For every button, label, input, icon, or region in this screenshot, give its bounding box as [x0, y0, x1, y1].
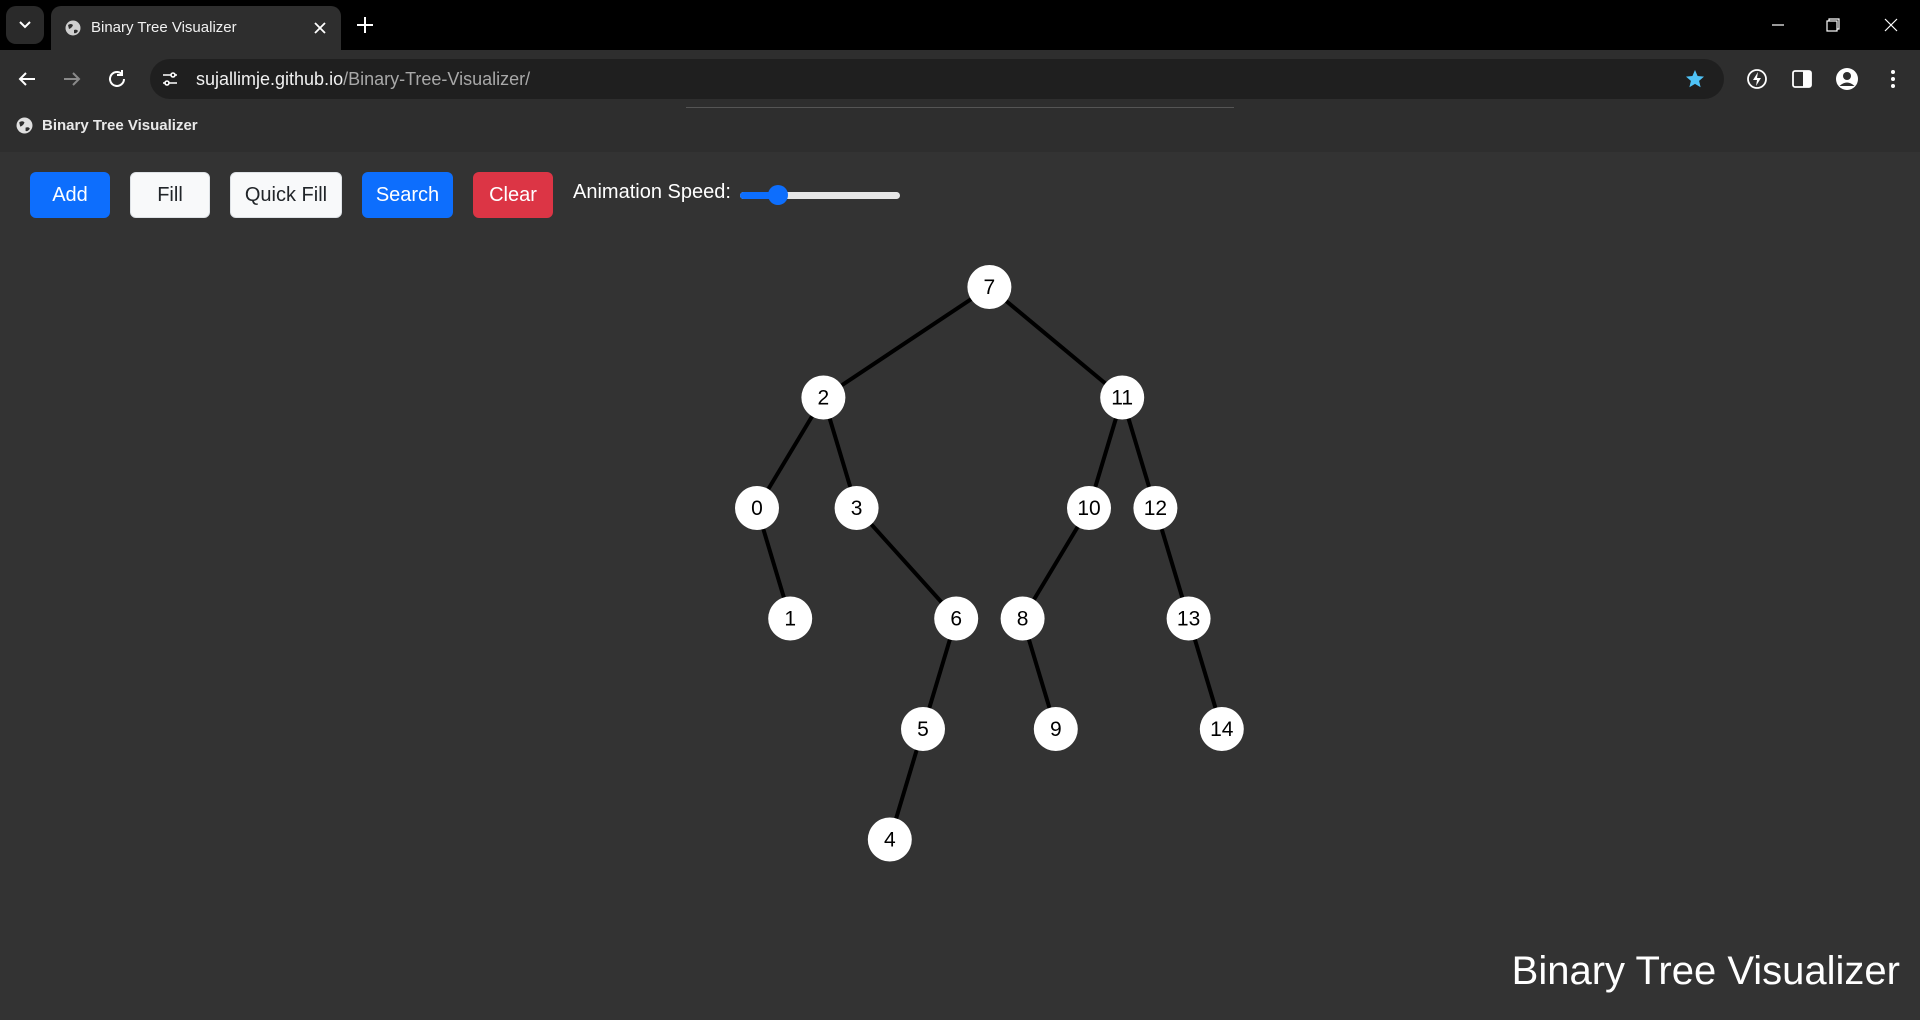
tree-node-label: 1 — [784, 608, 796, 631]
url-path: /Binary-Tree-Visualizer/ — [343, 69, 531, 89]
forward-arrow-icon[interactable] — [60, 67, 84, 91]
tree-node-13: 13 — [1166, 596, 1211, 641]
tree-node-label: 5 — [917, 718, 929, 741]
tree-node-label: 2 — [818, 387, 830, 410]
bookmarks-bar: Binary Tree Visualizer — [0, 107, 1920, 152]
back-arrow-icon[interactable] — [15, 67, 39, 91]
url-text: sujallimje.github.io/Binary-Tree-Visuali… — [196, 69, 530, 90]
tree-node-label: 11 — [1111, 387, 1133, 410]
side-panel-icon[interactable] — [1789, 66, 1815, 92]
tree-node-label: 14 — [1210, 718, 1234, 741]
more-menu-icon[interactable] — [1880, 66, 1906, 92]
tree-node-2: 2 — [801, 375, 846, 420]
page-content: Add Fill Quick Fill Search Clear Animati… — [0, 152, 1920, 1020]
binary-tree-canvas: 7 2 11 0 3 10 12 1 6 8 13 5 9 14 4 — [735, 265, 1244, 862]
close-window-icon[interactable] — [1878, 12, 1904, 38]
tree-node-0: 0 — [735, 486, 779, 530]
tree-node-3: 3 — [834, 486, 879, 530]
performance-icon[interactable] — [1744, 66, 1770, 92]
tree-node-7: 7 — [967, 265, 1012, 309]
restore-icon[interactable] — [1820, 12, 1846, 38]
tree-edges — [755, 285, 1224, 841]
tree-node-label: 9 — [1050, 718, 1062, 741]
tree-node-label: 6 — [950, 608, 962, 631]
tree-node-label: 10 — [1077, 497, 1100, 520]
tree-node-6: 6 — [934, 596, 979, 641]
divider — [686, 107, 1234, 108]
tree-node-label: 8 — [1017, 608, 1029, 631]
url-host: sujallimje.github.io — [196, 69, 344, 89]
tree-node-label: 3 — [851, 497, 863, 520]
tree-node-12: 12 — [1133, 486, 1178, 530]
tab-title: Binary Tree Visualizer — [91, 19, 237, 36]
tree-node-label: 7 — [984, 276, 996, 299]
browser-titlebar: Binary Tree Visualizer — [0, 0, 1920, 50]
tree-node-5: 5 — [901, 707, 945, 751]
minimize-icon[interactable] — [1765, 12, 1791, 38]
tree-node-14: 14 — [1199, 707, 1244, 751]
tree-node-10: 10 — [1067, 486, 1111, 530]
globe-icon — [16, 117, 33, 134]
tree-edge-3-6 — [855, 506, 958, 620]
address-bar[interactable]: sujallimje.github.io/Binary-Tree-Visuali… — [150, 59, 1724, 99]
browser-tab-active[interactable]: Binary Tree Visualizer — [51, 6, 341, 50]
tree-node-label: 12 — [1144, 497, 1167, 520]
tree-edge-7-11 — [988, 285, 1124, 400]
tree-node-label: 4 — [884, 829, 896, 852]
tree-node-4: 4 — [867, 817, 912, 862]
footer-title: Binary Tree Visualizer — [1511, 949, 1900, 993]
new-tab-plus-icon[interactable] — [353, 13, 377, 37]
reload-icon[interactable] — [105, 67, 129, 91]
tree-nodes: 7 2 11 0 3 10 12 1 6 8 13 5 9 14 4 — [735, 265, 1244, 862]
bookmark-star-icon[interactable] — [1684, 68, 1706, 90]
tree-node-11: 11 — [1100, 375, 1145, 420]
tree-edge-7-2 — [822, 285, 991, 400]
tree-node-8: 8 — [1000, 596, 1045, 641]
tree-node-1: 1 — [768, 596, 813, 641]
tab-search-button[interactable] — [6, 6, 44, 44]
profile-avatar-icon[interactable] — [1834, 66, 1860, 92]
bookmark-label: Binary Tree Visualizer — [42, 117, 198, 134]
site-settings-icon[interactable] — [160, 69, 180, 89]
globe-icon — [65, 20, 81, 36]
tree-node-9: 9 — [1033, 707, 1078, 751]
chevron-down-icon — [19, 21, 31, 29]
close-icon[interactable] — [310, 18, 330, 38]
browser-toolbar: sujallimje.github.io/Binary-Tree-Visuali… — [0, 50, 1920, 108]
tree-node-label: 0 — [751, 497, 763, 520]
tree-node-label: 13 — [1177, 608, 1200, 631]
